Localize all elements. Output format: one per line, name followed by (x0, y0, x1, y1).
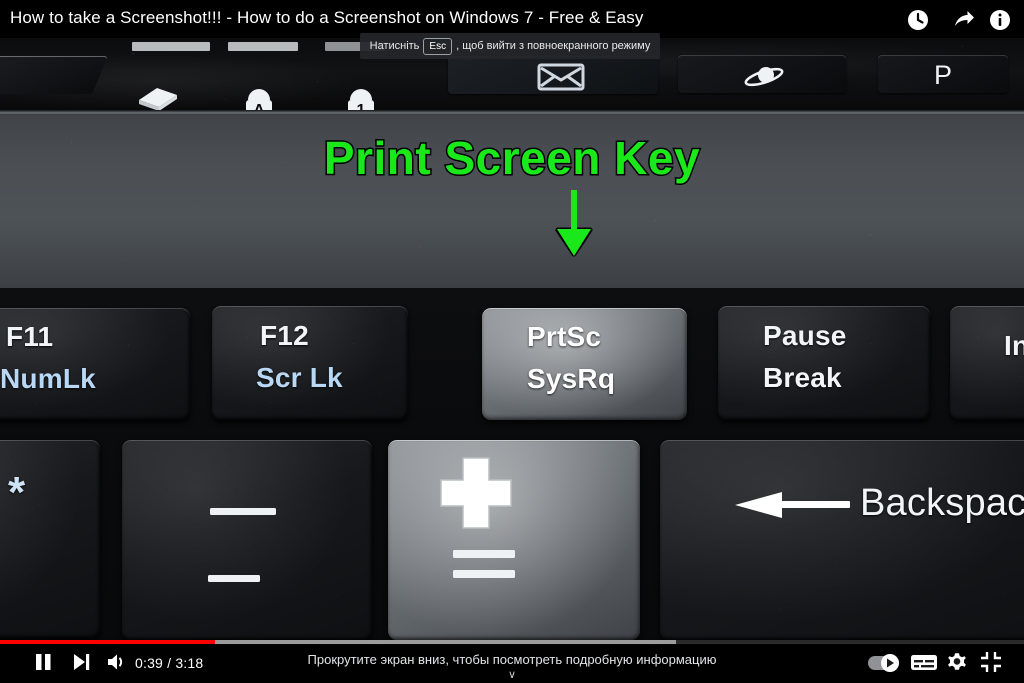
key-asterisk[interactable]: * (0, 440, 100, 638)
key-f11-secondary: NumLk (0, 363, 96, 394)
key-f11[interactable]: F11 NumLk (0, 308, 190, 420)
esc-key-badge: Esc (423, 37, 453, 55)
exit-fullscreen-tooltip: Натисніть Esc , щоб вийти з повноекранно… (360, 33, 660, 59)
key-pause-break[interactable]: Pause Break (718, 306, 930, 420)
annotation-print-screen-key: Print Screen Key (322, 131, 701, 186)
progress-played (0, 640, 216, 644)
share-icon[interactable] (952, 8, 976, 32)
video-frame[interactable]: A 1 (0, 38, 1024, 645)
key-backspace[interactable]: Backspace (660, 440, 1024, 640)
key-print-screen-secondary: SysRq (527, 363, 616, 394)
key-f12[interactable]: F12 Scr Lk (212, 306, 408, 420)
esc-tip-prefix: Натисніть (369, 40, 420, 52)
key-f12-primary: F12 (260, 320, 309, 351)
progress-bar[interactable] (0, 640, 1024, 644)
key-print-screen-primary: PrtSc (527, 321, 602, 352)
key-pause-secondary: Break (763, 362, 842, 393)
key-minus-underscore[interactable] (122, 440, 372, 640)
info-icon[interactable] (988, 8, 1012, 32)
key-plus-equals[interactable] (388, 440, 640, 640)
keyboard-tray: F11 NumLk F12 Scr Lk PrtSc SysRq Pause B… (0, 288, 1024, 645)
esc-tip-suffix: , щоб вийти з повноекранного режиму (456, 40, 651, 52)
watch-later-icon[interactable] (906, 8, 930, 32)
key-insert-primary: In (1004, 330, 1024, 361)
subtitles-button[interactable] (910, 649, 938, 675)
envelope-icon (537, 63, 585, 91)
annotation-down-arrow-icon (548, 188, 600, 260)
player-bottom-bar: 0:39 / 3:18 Прокрутите экран вниз, чтобы… (0, 636, 1024, 683)
exit-fullscreen-button[interactable] (978, 649, 1004, 675)
planet-icon (742, 64, 786, 90)
hotkey-power-label: P (933, 60, 952, 90)
video-player: A 1 (0, 0, 1024, 683)
key-asterisk-primary: * (8, 468, 26, 517)
key-pause-primary: Pause (763, 320, 847, 351)
led-slot-2 (228, 42, 298, 51)
autoplay-toggle[interactable] (866, 649, 902, 675)
key-insert[interactable]: In (950, 306, 1024, 420)
key-f11-primary: F11 (6, 321, 54, 352)
settings-gear-icon[interactable] (944, 649, 970, 675)
key-f12-secondary: Scr Lk (256, 362, 343, 393)
key-print-screen[interactable]: PrtSc SysRq (482, 308, 687, 420)
hotkey-bar-left[interactable] (0, 56, 108, 94)
video-title: How to take a Screenshot!!! - How to do … (10, 8, 644, 27)
led-slot-1 (132, 42, 210, 51)
